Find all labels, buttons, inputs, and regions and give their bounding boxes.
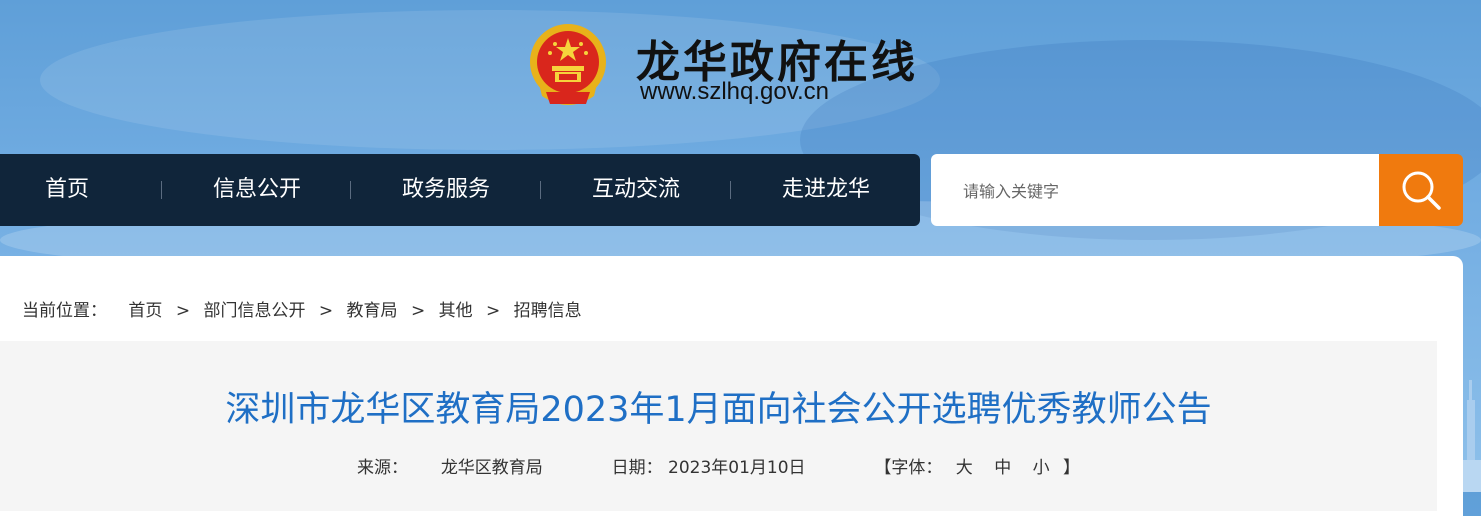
search-icon xyxy=(1402,171,1441,210)
breadcrumb-separator: > xyxy=(410,301,426,321)
date-label: 日期： xyxy=(611,458,663,478)
nav-divider xyxy=(730,181,731,199)
breadcrumb: 当前位置： 首页 > 部门信息公开 > 教育局 > 其他 > 招聘信息 xyxy=(22,296,582,321)
article-meta: 来源： 龙华区教育局 日期： 2023年01月10日 【字体： 大 中 小 】 xyxy=(0,453,1437,478)
national-emblem-icon xyxy=(530,24,606,105)
breadcrumb-separator: > xyxy=(486,301,501,321)
font-size-label: 【字体： xyxy=(874,458,943,478)
font-size-medium-button[interactable]: 中 xyxy=(994,458,1011,478)
search-box xyxy=(931,154,1379,228)
search-button[interactable] xyxy=(1379,154,1463,226)
nav-item-info-disclosure[interactable]: 信息公开 xyxy=(213,154,301,226)
article-panel: 深圳市龙华区教育局2023年1月面向社会公开选聘优秀教师公告 来源： 龙华区教育… xyxy=(0,341,1437,511)
font-size-large-button[interactable]: 大 xyxy=(956,458,973,478)
site-url: www.szlhq.gov.cn xyxy=(640,78,829,105)
breadcrumb-item-education-bureau[interactable]: 教育局 xyxy=(347,296,398,321)
breadcrumb-separator: > xyxy=(318,301,334,321)
date-value: 2023年01月10日 xyxy=(668,458,806,478)
breadcrumb-item-recruitment[interactable]: 招聘信息 xyxy=(514,296,582,321)
nav-divider xyxy=(540,181,541,199)
nav-item-gov-services[interactable]: 政务服务 xyxy=(402,154,490,226)
breadcrumb-item-dept-info[interactable]: 部门信息公开 xyxy=(203,296,305,321)
tower-decoration-icon xyxy=(1463,380,1481,492)
main-nav: 首页 信息公开 政务服务 互动交流 走进龙华 xyxy=(0,154,920,226)
breadcrumb-item-home[interactable]: 首页 xyxy=(128,296,162,321)
font-size-small-button[interactable]: 小 xyxy=(1033,458,1050,478)
search-input[interactable] xyxy=(961,154,1365,228)
nav-item-home[interactable]: 首页 xyxy=(45,154,89,226)
article-title: 深圳市龙华区教育局2023年1月面向社会公开选聘优秀教师公告 xyxy=(225,390,1212,430)
breadcrumb-label: 当前位置： xyxy=(22,301,107,321)
nav-divider xyxy=(161,181,162,199)
nav-item-interaction[interactable]: 互动交流 xyxy=(592,154,680,226)
font-size-close-bracket: 】 xyxy=(1063,458,1080,478)
source-value: 龙华区教育局 xyxy=(440,458,543,478)
nav-divider xyxy=(350,181,351,199)
source-label: 来源： xyxy=(357,458,408,478)
breadcrumb-item-other[interactable]: 其他 xyxy=(439,296,473,321)
nav-item-about-longhua[interactable]: 走进龙华 xyxy=(782,154,870,226)
content-area: 当前位置： 首页 > 部门信息公开 > 教育局 > 其他 > 招聘信息 深圳市龙… xyxy=(0,256,1463,516)
breadcrumb-separator: > xyxy=(175,301,191,321)
